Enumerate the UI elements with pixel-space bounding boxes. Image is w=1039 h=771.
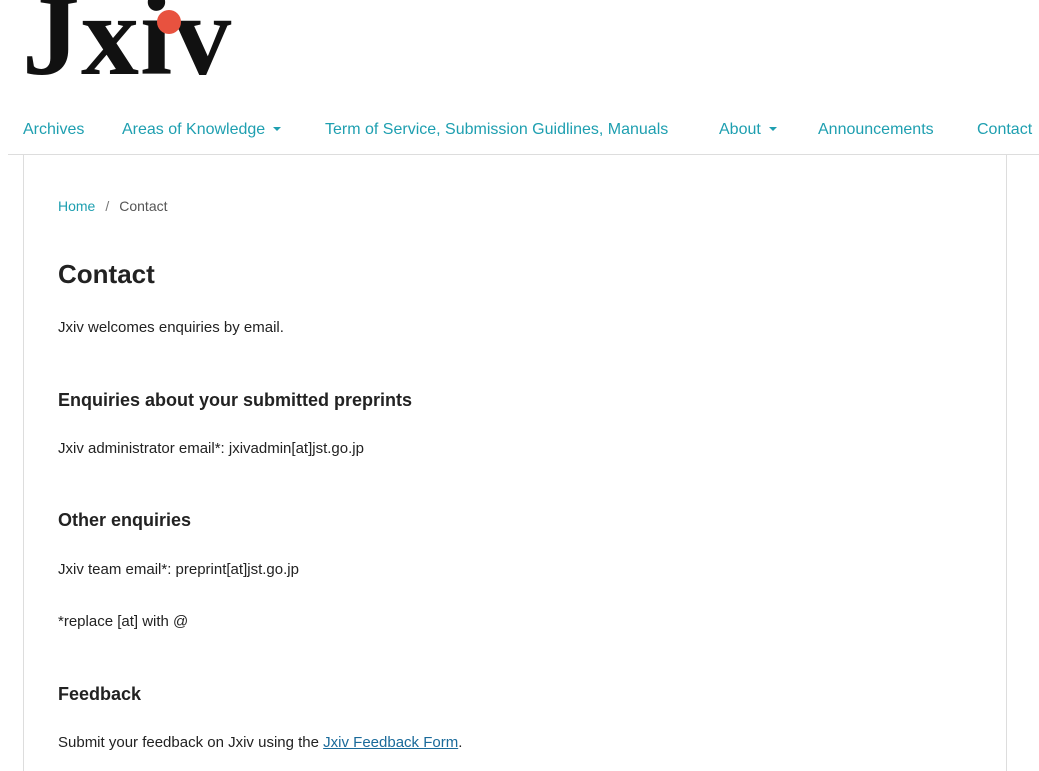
primary-nav: Archives Areas of Knowledge Term of Serv… — [8, 114, 1039, 155]
feedback-form-link[interactable]: Jxiv Feedback Form — [323, 734, 458, 751]
nav-item-areas-of-knowledge[interactable]: Areas of Knowledge — [122, 121, 282, 139]
nav-item-announcements[interactable]: Announcements — [818, 121, 934, 139]
nav-item-about[interactable]: About — [719, 121, 777, 139]
admin-email-text: Jxiv administrator email*: jxivadmin[at]… — [58, 440, 364, 457]
nav-item-label: Areas of Knowledge — [122, 121, 266, 138]
site-header: Jxiv Archives Areas of Knowledge Term of… — [0, 0, 1039, 155]
logo-text: Jxiv — [22, 0, 233, 100]
section-heading-other-enquiries: Other enquiries — [58, 510, 192, 530]
nav-item-label: Term of Service, Submission Guidlines, M… — [325, 121, 669, 138]
page-title: Contact — [58, 259, 155, 289]
feedback-text-before: Submit your feedback on Jxiv using the — [58, 734, 324, 751]
section-heading-submitted-preprints: Enquiries about your submitted preprints — [58, 390, 413, 410]
caret-down-icon — [768, 126, 777, 131]
nav-item-label: Contact — [977, 121, 1033, 138]
caret-down-icon — [273, 126, 282, 131]
nav-item-archives[interactable]: Archives — [23, 121, 84, 139]
feedback-text: Submit your feedback on Jxiv using the J… — [58, 734, 462, 751]
breadcrumb-home-link[interactable]: Home — [58, 198, 95, 214]
replace-at-note: *replace [at] with @ — [58, 613, 189, 630]
intro-text: Jxiv welcomes enquiries by email. — [58, 319, 284, 336]
team-email-text: Jxiv team email*: preprint[at]jst.go.jp — [58, 561, 299, 578]
nav-item-label: About — [719, 121, 761, 138]
jxiv-logo[interactable]: Jxiv — [22, 0, 262, 108]
nav-item-term-of-service[interactable]: Term of Service, Submission Guidlines, M… — [325, 121, 668, 139]
nav-item-contact[interactable]: Contact — [977, 121, 1032, 139]
section-heading-feedback: Feedback — [58, 684, 142, 704]
main-content: Home / Contact Contact Jxiv welcomes enqui… — [23, 155, 1007, 771]
feedback-text-after: . — [458, 734, 463, 751]
nav-item-label: Announcements — [818, 121, 934, 138]
logo-dot — [157, 10, 181, 34]
breadcrumb: Home / Contact — [58, 198, 168, 214]
nav-item-label: Archives — [23, 121, 85, 138]
breadcrumb-separator: / — [105, 198, 110, 214]
breadcrumb-current: Contact — [119, 198, 168, 214]
